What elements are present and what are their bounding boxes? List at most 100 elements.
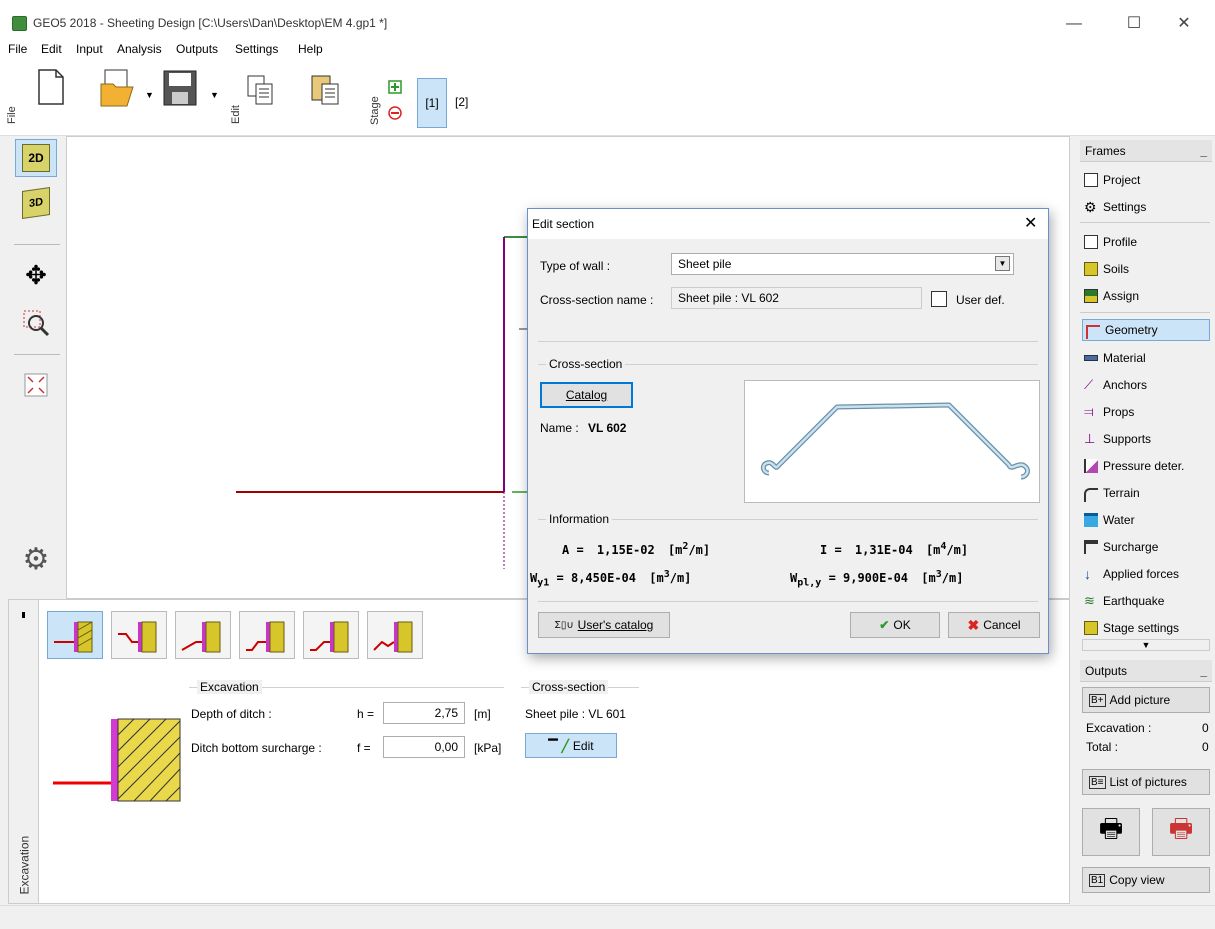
menu-edit[interactable]: Edit [41, 42, 62, 56]
frame-label: Earthquake [1103, 594, 1165, 608]
frame-soils[interactable]: Soils [1084, 258, 1129, 280]
outputs-collapse-icon[interactable]: _ [1200, 664, 1207, 678]
frames-collapse-icon[interactable]: _ [1200, 144, 1207, 158]
plastic-modulus-row: Wpl,y = 9,900E-04 [m3/m] [790, 569, 963, 588]
minimize-button[interactable]: — [1051, 10, 1097, 38]
menu-settings[interactable]: Settings [235, 42, 278, 56]
frame-label: Anchors [1103, 378, 1148, 392]
add-picture-button[interactable]: B+ Add picture [1082, 687, 1210, 713]
menu-input[interactable]: Input [76, 42, 103, 56]
frame-label: Assign [1103, 289, 1140, 303]
select-dropdown-icon[interactable]: ▼ [995, 256, 1010, 271]
excavation-type-2-button[interactable] [111, 611, 167, 659]
soils-icon [1084, 262, 1098, 276]
ok-button[interactable]: ✔ OK [850, 612, 940, 638]
new-file-icon[interactable] [36, 68, 66, 106]
menu-help[interactable]: Help [298, 42, 323, 56]
name-value: VL 602 [588, 421, 627, 435]
paste-data-icon[interactable] [310, 72, 340, 106]
dialog-close-icon[interactable]: ✕ [1024, 213, 1037, 233]
frame-anchors[interactable]: ⟋ Anchors [1084, 374, 1147, 396]
frame-stage-settings[interactable]: Stage settings [1084, 617, 1179, 639]
frame-label: Stage settings [1103, 621, 1180, 635]
frames-scroll-down-icon[interactable]: ▼ [1082, 639, 1210, 651]
frame-surcharge[interactable]: Surcharge [1084, 536, 1158, 558]
catalog-button[interactable]: Catalog [540, 382, 633, 408]
frame-material[interactable]: Material [1084, 347, 1146, 369]
save-icon[interactable] [163, 70, 197, 106]
stage-1-button[interactable]: [1] [417, 78, 447, 128]
excavation-side-label: Excavation [17, 835, 32, 895]
remove-stage-icon[interactable] [388, 106, 402, 120]
sheet-pile-profile-drawing [760, 402, 1030, 480]
print-button[interactable]: 🖶 [1082, 808, 1140, 856]
supports-icon: ⊥ [1084, 431, 1096, 446]
zoom-extents-icon[interactable] [15, 366, 57, 404]
settings-gear-icon[interactable]: ⚙ [15, 540, 57, 578]
excavation-type-6-button[interactable] [367, 611, 423, 659]
menu-file[interactable]: File [8, 42, 27, 56]
stage-settings-icon [1084, 621, 1098, 635]
surcharge-label: Ditch bottom surcharge : [191, 741, 322, 755]
frame-pressure[interactable]: Pressure deter. [1084, 455, 1184, 477]
menu-outputs[interactable]: Outputs [176, 42, 218, 56]
users-catalog-button[interactable]: Σ▯∪ User's catalog [538, 612, 670, 638]
menu-analysis[interactable]: Analysis [117, 42, 162, 56]
frames-header: Frames _ [1080, 140, 1212, 162]
outputs-header: Outputs _ [1080, 660, 1212, 682]
view-3d-button[interactable]: 3D [15, 184, 57, 222]
information-title: Information [546, 512, 613, 526]
move-icon[interactable]: ✥ [15, 256, 57, 294]
frame-applied-forces[interactable]: ↓ Applied forces [1084, 563, 1179, 585]
type-of-wall-label: Type of wall : [540, 259, 611, 273]
frame-water[interactable]: Water [1084, 509, 1135, 531]
frames-panel: Frames _ Project ⚙ Settings Profile Soils … [1076, 136, 1215, 929]
maximize-button[interactable]: ☐ [1111, 10, 1157, 38]
add-stage-icon[interactable] [388, 80, 402, 94]
frame-props[interactable]: ⫤ Props [1084, 401, 1134, 423]
cancel-button[interactable]: ✖ Cancel [948, 612, 1040, 638]
list-of-pictures-button[interactable]: B≡ List of pictures [1082, 769, 1210, 795]
users-catalog-label: User's catalog [577, 618, 654, 632]
save-dropdown-icon[interactable]: ▼ [210, 90, 219, 100]
frame-settings[interactable]: ⚙ Settings [1084, 196, 1146, 218]
frame-earthquake[interactable]: ≋ Earthquake [1084, 590, 1164, 612]
depth-input[interactable]: 2,75 [383, 702, 465, 724]
frame-project[interactable]: Project [1084, 169, 1140, 191]
excavation-type-3-button[interactable] [175, 611, 231, 659]
frame-geometry[interactable]: Geometry [1082, 319, 1210, 341]
frame-supports[interactable]: ⊥ Supports [1084, 428, 1151, 450]
open-file-icon[interactable] [99, 68, 139, 108]
excavation-type-5-button[interactable] [303, 611, 359, 659]
frame-terrain[interactable]: Terrain [1084, 482, 1140, 504]
frames-title: Frames [1085, 144, 1126, 158]
excavation-type-5-icon [310, 621, 349, 653]
copy-view-button[interactable]: B1 Copy view [1082, 867, 1210, 893]
frame-assign[interactable]: Assign [1084, 285, 1139, 307]
print-export-button[interactable]: 🖶 [1152, 808, 1210, 856]
type-of-wall-select[interactable]: Sheet pile ▼ [671, 253, 1014, 275]
list-pictures-label: List of pictures [1109, 775, 1187, 789]
edit-section-button[interactable]: ▔ ╱ Edit [525, 733, 617, 758]
copy-data-icon[interactable] [246, 74, 274, 106]
surcharge-unit: [kPa] [474, 741, 502, 755]
view-2d-button[interactable]: 2D [15, 139, 57, 177]
user-def-checkbox[interactable] [931, 291, 947, 307]
excavation-type-3-icon [181, 621, 221, 653]
frame-divider [1080, 312, 1210, 313]
frame-profile[interactable]: Profile [1084, 231, 1137, 253]
excavation-type-1-icon [54, 621, 93, 653]
excavation-type-1-button[interactable] [47, 611, 103, 659]
stage-2-button[interactable]: [2] [455, 95, 468, 109]
frame-label: Pressure deter. [1103, 459, 1185, 473]
inertia-label: I = [820, 543, 842, 557]
frame-label: Supports [1103, 432, 1152, 446]
terrain-icon [1084, 488, 1098, 502]
open-dropdown-icon[interactable]: ▼ [145, 90, 154, 100]
close-button[interactable]: ✕ [1161, 10, 1207, 38]
panel-pin-icon[interactable] [22, 612, 25, 618]
excavation-type-4-button[interactable] [239, 611, 295, 659]
zoom-window-icon[interactable] [15, 304, 57, 342]
surcharge-input[interactable]: 0,00 [383, 736, 465, 758]
frame-label: Props [1103, 405, 1135, 419]
